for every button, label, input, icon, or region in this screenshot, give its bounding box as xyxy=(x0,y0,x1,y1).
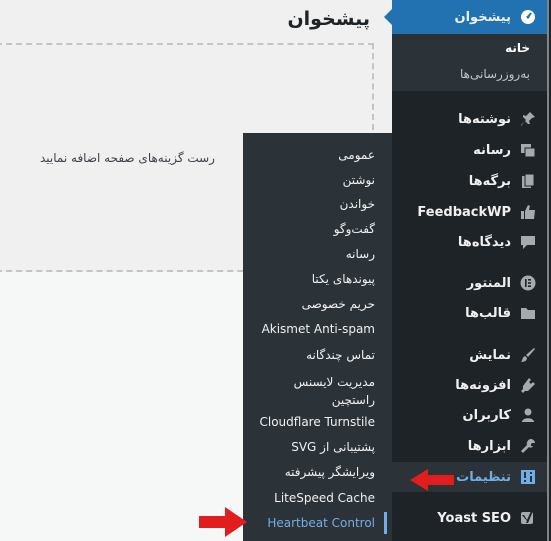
menu-item-yoast[interactable]: Yoast SEO xyxy=(392,503,547,533)
submenu-item-akismet[interactable]: Akismet Anti-spam xyxy=(243,320,392,338)
thumbs-up-icon xyxy=(519,203,537,221)
menu-label: دیدگاه‌ها xyxy=(457,234,511,250)
elementor-icon xyxy=(519,274,537,292)
menu-label: تنظیمات xyxy=(456,469,511,485)
user-icon xyxy=(519,406,537,424)
page-title: پیشخوان xyxy=(287,8,370,30)
submenu-item-permalinks[interactable]: پیوندهای یکتا xyxy=(243,270,392,288)
red-arrow-icon xyxy=(199,507,247,537)
submenu-item-home[interactable]: خانه xyxy=(392,41,547,55)
menu-item-elementor[interactable]: المنتور xyxy=(392,268,547,298)
submenu-item-advanced-editor[interactable]: ویرایشگر پیشرفته xyxy=(243,463,392,481)
menu-label: افزونه‌ها xyxy=(455,377,511,393)
empty-widget-text: رست گزینه‌های صفحه اضافه نمایید xyxy=(40,151,215,165)
folder-icon xyxy=(519,304,537,322)
submenu-item-svg-support[interactable]: پشتیبانی از SVG xyxy=(243,438,392,456)
yoast-icon xyxy=(519,509,537,527)
menu-item-pages[interactable]: برگه‌ها xyxy=(392,166,547,196)
submenu-item-media[interactable]: رسانه xyxy=(243,245,392,263)
menu-label: رسانه xyxy=(473,142,511,158)
submenu-item-heartbeat-control[interactable]: Heartbeat Control xyxy=(243,514,392,532)
dashboard-submenu: خانه به‌روزرسانی‌ها xyxy=(392,34,547,91)
submenu-item-reading[interactable]: خواندن xyxy=(243,195,392,213)
menu-label: کاربران xyxy=(462,407,511,423)
menu-item-media[interactable]: رسانه xyxy=(392,135,547,165)
plugin-icon xyxy=(519,376,537,394)
submenu-item-discussion[interactable]: گفت‌وگو xyxy=(243,220,392,238)
menu-item-plugins[interactable]: افزونه‌ها xyxy=(392,370,547,400)
menu-label: FeedbackWP xyxy=(417,204,511,220)
dashboard-icon xyxy=(519,8,537,26)
submenu-item-general[interactable]: عمومی xyxy=(243,146,392,164)
media-icon xyxy=(519,141,537,159)
pages-icon xyxy=(519,172,537,190)
menu-label: برگه‌ها xyxy=(468,173,511,189)
menu-label: نوشته‌ها xyxy=(458,111,511,127)
settings-flyout-submenu: عمومی نوشتن خواندن گفت‌وگو رسانه پیوندها… xyxy=(243,133,400,541)
menu-item-feedbackwp[interactable]: FeedbackWP xyxy=(392,197,547,227)
submenu-item-multi-contact[interactable]: تماس چندگانه xyxy=(243,346,392,364)
admin-sidebar-menu: پیشخوان خانه به‌روزرسانی‌ها نوشته‌ها رسا… xyxy=(384,0,551,541)
submenu-item-litespeed-cache[interactable]: LiteSpeed Cache xyxy=(243,489,392,507)
submenu-item-writing[interactable]: نوشتن xyxy=(243,171,392,189)
submenu-item-rastchin-license[interactable]: مدیریت لایسنس راستچین xyxy=(243,373,392,409)
red-arrow-icon xyxy=(410,469,454,491)
submenu-item-updates[interactable]: به‌روزرسانی‌ها xyxy=(392,67,547,81)
sidebar-scrollbar[interactable] xyxy=(547,0,549,541)
menu-item-dashboard[interactable]: پیشخوان xyxy=(384,0,547,34)
comment-icon xyxy=(519,233,537,251)
submenu-label-line1: مدیریت لایسنس xyxy=(293,375,375,389)
hover-indicator-bar xyxy=(384,512,387,534)
menu-item-appearance[interactable]: نمایش xyxy=(392,340,547,370)
menu-label: المنتور xyxy=(466,275,511,291)
menu-item-comments[interactable]: دیدگاه‌ها xyxy=(392,227,547,257)
pin-icon xyxy=(519,110,537,128)
menu-label: Yoast SEO xyxy=(437,510,511,526)
submenu-item-privacy[interactable]: حریم خصوصی xyxy=(243,295,392,313)
menu-item-tools[interactable]: ابزارها xyxy=(392,431,547,461)
menu-item-posts[interactable]: نوشته‌ها xyxy=(392,104,547,134)
menu-label: ابزارها xyxy=(467,438,511,454)
brush-icon xyxy=(519,346,537,364)
submenu-item-cloudflare-turnstile[interactable]: Cloudflare Turnstile xyxy=(243,413,392,431)
submenu-label-line2: راستچین xyxy=(331,393,375,407)
menu-label: نمایش xyxy=(469,347,511,363)
settings-icon xyxy=(519,468,537,486)
menu-item-users[interactable]: کاربران xyxy=(392,400,547,430)
menu-item-templates[interactable]: قالب‌ها xyxy=(392,298,547,328)
wrench-icon xyxy=(519,437,537,455)
menu-label: قالب‌ها xyxy=(465,305,511,321)
menu-label: پیشخوان xyxy=(454,9,512,25)
